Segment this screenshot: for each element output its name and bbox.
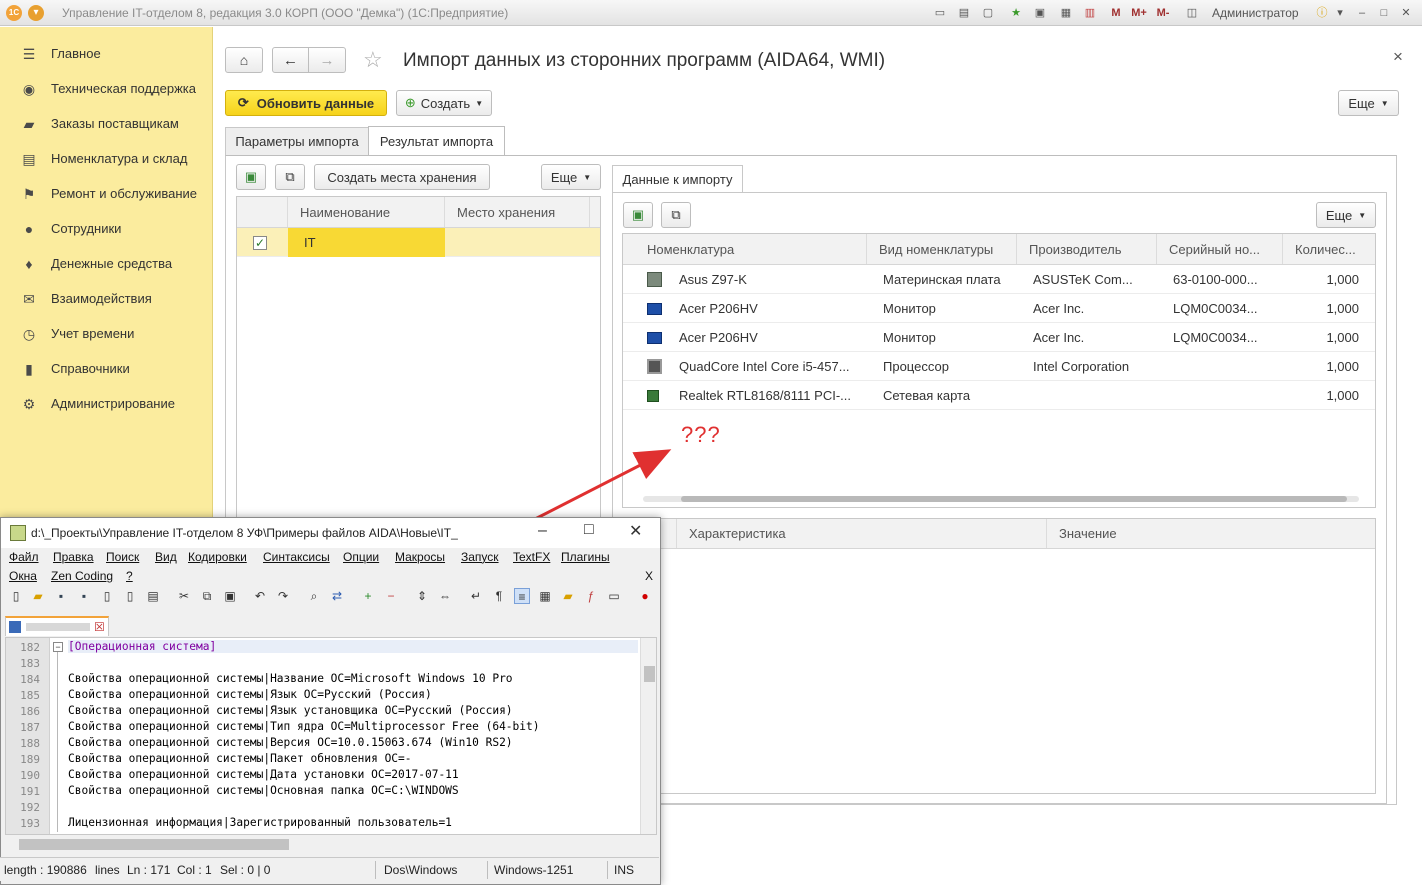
save-all-icon[interactable]: ▪ [76,588,92,604]
text-editor[interactable]: − 182 183 184 185 186 187 188 189 190 19… [5,637,657,835]
line-number: 184 [20,673,40,686]
menu-textfx[interactable]: TextFX [513,550,550,564]
tab-name-redacted [26,623,90,631]
folder-icon[interactable]: ▰ [560,588,576,604]
line-number: 190 [20,769,40,782]
replace-icon[interactable]: ⇄ [329,588,345,604]
code-line: Свойства операционной системы|Язык устан… [68,704,513,717]
menu-search[interactable]: Поиск [106,550,139,564]
status-ln: Ln : 171 [127,863,171,877]
word-wrap-icon[interactable]: ↵ [468,588,484,604]
menu-windows[interactable]: Окна [9,569,37,583]
code-line: Свойства операционной системы|Тип ядра О… [68,720,540,733]
code-line: Свойства операционной системы|Версия ОС=… [68,736,513,749]
menu-syntax[interactable]: Синтаксисы [263,550,330,564]
line-number: 191 [20,785,40,798]
line-number: 189 [20,753,40,766]
menu-zen-coding[interactable]: Zen Coding [51,569,113,583]
status-bar: length : 190886 lines Ln : 171 Col : 1 S… [0,857,659,881]
show-all-chars-icon[interactable]: ¶ [491,588,507,604]
status-length: length : 190886 [4,863,87,877]
menu-close-doc[interactable]: X [645,569,653,583]
copy-icon[interactable]: ⧉ [199,588,215,604]
line-number: 188 [20,737,40,750]
fold-icon[interactable]: − [53,642,63,652]
code-line: Свойства операционной системы|Язык ОС=Ру… [68,688,432,701]
sync-vertical-icon[interactable]: ⇕ [414,588,430,604]
code-line: Свойства операционной системы|Название О… [68,672,513,685]
menu-macros[interactable]: Макросы [395,550,445,564]
zoom-out-icon[interactable]: − [383,588,399,604]
status-mode: INS [614,863,635,877]
cut-icon[interactable]: ✂ [176,588,192,604]
saved-file-icon [9,621,21,633]
menu-options[interactable]: Опции [343,550,379,564]
close-all-icon[interactable]: ▯ [122,588,138,604]
save-icon[interactable]: ▪ [53,588,69,604]
status-separator [375,861,376,879]
status-eol: Dos\Windows [384,863,458,877]
status-separator [607,861,608,879]
code-line: Лицензионная информация|Зарегистрированн… [68,816,452,829]
line-number: 186 [20,705,40,718]
menu-plugins[interactable]: Плагины [561,550,610,564]
menu-encodings[interactable]: Кодировки [188,550,247,564]
new-file-icon[interactable]: ▯ [8,588,24,604]
scrollbar-thumb[interactable] [644,666,655,682]
undo-icon[interactable]: ↶ [252,588,268,604]
fold-line [57,652,58,832]
vertical-scrollbar[interactable] [640,638,656,834]
sync-horizontal-icon[interactable]: ⇔ [437,588,453,604]
menu-help[interactable]: ? [126,569,133,583]
print-icon[interactable]: ▤ [145,588,161,604]
paste-icon[interactable]: ▣ [222,588,238,604]
line-number: 182 [20,641,40,654]
line-number: 183 [20,657,40,670]
open-file-icon[interactable]: ▰ [30,588,46,604]
close-window-icon[interactable]: ✕ [629,521,642,541]
scrollbar-thumb[interactable] [19,839,289,850]
menu-view[interactable]: Вид [155,550,177,564]
minimize-icon[interactable]: – [538,522,547,540]
redo-icon[interactable]: ↷ [275,588,291,604]
status-col: Col : 1 [177,863,212,877]
line-number: 193 [20,817,40,830]
indent-guide-icon[interactable]: ≡ [514,588,530,604]
document-tab[interactable]: ☒ [5,616,109,636]
find-icon[interactable]: ⌕ [306,588,322,604]
menu-run[interactable]: Запуск [461,550,499,564]
doc-map-icon[interactable]: ▦ [537,588,553,604]
code-line: Свойства операционной системы|Пакет обно… [68,752,412,765]
line-number: 185 [20,689,40,702]
code-line: Свойства операционной системы|Основная п… [68,784,459,797]
monitor-icon[interactable]: ▭ [606,588,622,604]
record-macro-icon[interactable]: ● [637,588,653,604]
close-file-icon[interactable]: ▯ [99,588,115,604]
status-sel: Sel : 0 | 0 [220,863,271,877]
status-separator [487,861,488,879]
code-line-section: [Операционная система] [68,640,638,653]
horizontal-scrollbar[interactable] [5,836,657,852]
status-encoding: Windows-1251 [494,863,574,877]
notepad-titlebar: d:\_Проекты\Управление IT-отделом 8 УФ\П… [1,518,660,548]
notepad-app-icon [10,525,26,541]
close-tab-icon[interactable]: ☒ [94,620,105,634]
function-list-icon[interactable]: ƒ [583,588,599,604]
line-number: 187 [20,721,40,734]
code-line: Свойства операционной системы|Дата устан… [68,768,459,781]
line-number: 192 [20,801,40,814]
status-lines: lines [95,863,120,877]
zoom-in-icon[interactable]: + [360,588,376,604]
menu-file[interactable]: Файл [9,550,39,564]
maximize-icon[interactable]: □ [584,521,594,539]
menu-edit[interactable]: Правка [53,550,94,564]
notepad-title: d:\_Проекты\Управление IT-отделом 8 УФ\П… [31,526,458,540]
